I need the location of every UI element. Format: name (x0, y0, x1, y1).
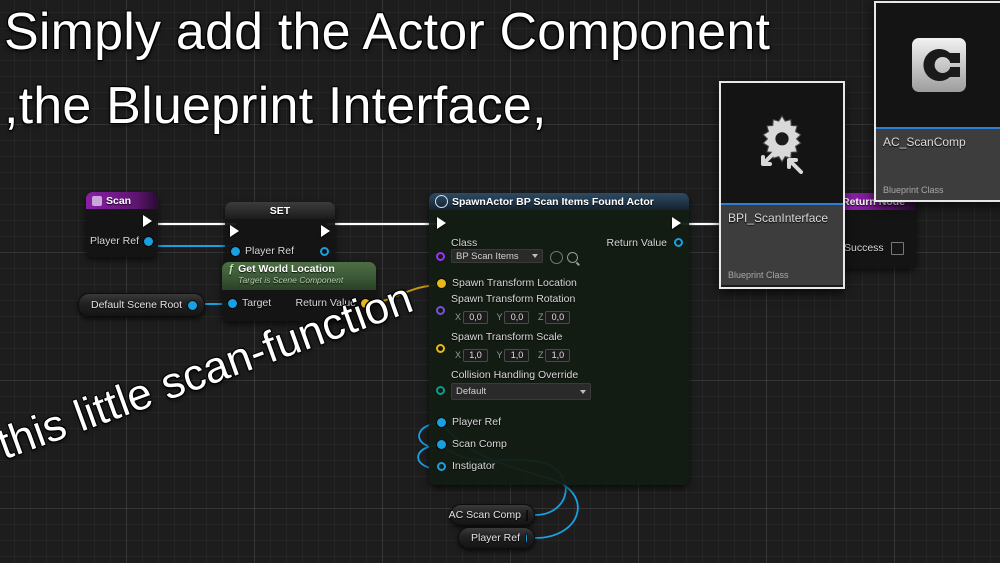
blueprint-interface-icon (761, 115, 803, 174)
return-node[interactable]: Return Node Success (836, 193, 916, 268)
asset-meta: AC_ScanComp Blueprint Class (876, 129, 1000, 200)
success-checkbox[interactable] (890, 241, 904, 255)
pin-label-player-ref: Player Ref (89, 235, 139, 247)
return-node-body: Success (836, 210, 916, 268)
search-icon[interactable] (567, 252, 578, 263)
scale-x-field[interactable]: 1,0 (463, 349, 489, 362)
pin-player-ref-out[interactable] (320, 246, 329, 256)
actor-component-icon (912, 38, 966, 92)
rotation-x-field[interactable]: 0,0 (463, 311, 489, 324)
collision-dropdown[interactable]: Default (451, 383, 591, 400)
pin-out[interactable] (188, 300, 198, 310)
caption-line-1: Simply add the Actor Component (4, 3, 771, 61)
set-node-title: SET (269, 204, 291, 217)
pin-label-player-ref: Player Ref (245, 245, 295, 257)
variable-label: Default Scene Root (91, 299, 183, 311)
collision-label: Collision Handling Override (451, 369, 579, 381)
event-node-body: Player Ref (86, 209, 158, 257)
event-node-icon (92, 195, 102, 206)
pin-label-scan-comp: Scan Comp (452, 438, 507, 450)
pin-label-spawn-transform-scale: Spawn Transform Scale (451, 331, 563, 343)
pin-player-ref[interactable] (437, 417, 446, 427)
pin-player-ref[interactable] (144, 236, 153, 246)
pin-instigator[interactable] (437, 461, 446, 471)
axis-x-label: X (455, 312, 462, 322)
asset-thumbnail (721, 83, 843, 203)
chevron-down-icon (580, 389, 586, 394)
set-node-body: Player Ref (225, 219, 335, 268)
variable-node-ac-scan-comp[interactable]: AC Scan Comp (448, 504, 535, 526)
asset-type: Blueprint Class (883, 185, 944, 195)
axis-y-label: Y (496, 312, 503, 322)
return-value-label: Return Value (606, 237, 667, 249)
pin-scan-comp[interactable] (437, 439, 446, 449)
variable-label: Player Ref (471, 532, 521, 544)
spawn-actor-title: SpawnActor BP Scan Items Found Actor (452, 195, 654, 208)
asset-meta: BPI_ScanInterface Blueprint Class (721, 205, 843, 285)
asset-name: BPI_ScanInterface (728, 211, 829, 225)
pin-label-spawn-transform-location: Spawn Transform Location (452, 277, 577, 289)
exec-output-pin[interactable] (321, 225, 330, 237)
browse-asset-icon[interactable] (550, 251, 563, 264)
pin-label-success: Success (844, 242, 884, 254)
rotation-y-field[interactable]: 0,0 (504, 311, 530, 324)
spawn-actor-node[interactable]: SpawnActor BP Scan Items Found Actor Cla… (429, 193, 689, 485)
scale-y-field[interactable]: 1,0 (504, 349, 530, 362)
function-f-icon: ƒ (228, 263, 235, 275)
set-node-header: SET (225, 202, 335, 219)
axis-y-label: Y (496, 350, 503, 360)
axis-x-label: X (455, 350, 462, 360)
variable-node-player-ref[interactable]: Player Ref (458, 527, 535, 549)
chevron-down-icon[interactable] (554, 484, 564, 485)
rotation-z-field[interactable]: 0,0 (545, 311, 571, 324)
pin-spawn-transform-rotation[interactable] (436, 306, 445, 315)
pin-spawn-transform-location[interactable] (437, 278, 446, 288)
caption-line-2: ,the Blueprint Interface, (4, 77, 547, 135)
event-node-title: Scan (106, 194, 132, 207)
axis-z-label: Z (537, 312, 544, 322)
event-node-scan[interactable]: Scan Player Ref (86, 192, 158, 257)
scale-z-field[interactable]: 1,0 (545, 349, 571, 362)
exec-output-pin[interactable] (143, 215, 152, 227)
get-world-location-title: Get World Location (238, 263, 335, 275)
variable-label: AC Scan Comp (448, 509, 521, 521)
event-node-header: Scan (86, 192, 158, 209)
pin-collision-handling-override[interactable] (436, 386, 445, 395)
pin-return-value[interactable] (674, 238, 683, 247)
pin-out[interactable] (526, 533, 527, 543)
exec-input-pin[interactable] (437, 217, 446, 229)
asset-type: Blueprint Class (728, 270, 789, 280)
variable-node-default-scene-root[interactable]: Default Scene Root (78, 293, 206, 317)
pin-player-ref-in[interactable] (231, 246, 240, 256)
pin-class[interactable] (436, 252, 445, 261)
axis-z-label: Z (537, 350, 544, 360)
get-world-location-header: ƒ Get World Location Target is Scene Com… (222, 262, 376, 290)
exec-output-pin[interactable] (672, 217, 681, 229)
asset-name: AC_ScanComp (883, 135, 966, 149)
pin-label-target: Target (242, 297, 272, 309)
exec-input-pin[interactable] (230, 225, 239, 237)
spawn-actor-header: SpawnActor BP Scan Items Found Actor (429, 193, 689, 210)
asset-tile-ac-scancomp[interactable]: AC_ScanComp Blueprint Class (874, 1, 1000, 202)
spawn-actor-body: Class BP Scan Items Return Value Spawn T… (429, 210, 689, 485)
collision-value: Default (456, 386, 487, 397)
class-dropdown[interactable]: BP Scan Items (451, 249, 543, 263)
class-label: Class (451, 237, 478, 249)
chevron-down-icon (532, 254, 538, 258)
get-world-location-subtitle: Target is Scene Component (238, 275, 344, 285)
set-node[interactable]: SET Player Ref (225, 202, 335, 268)
pin-label-spawn-transform-rotation: Spawn Transform Rotation (451, 293, 576, 305)
spawn-actor-icon (435, 195, 448, 208)
asset-tile-bpi-scaninterface[interactable]: BPI_ScanInterface Blueprint Class (719, 81, 845, 289)
class-value: BP Scan Items (456, 250, 519, 262)
pin-label-instigator: Instigator (452, 460, 496, 472)
asset-thumbnail (876, 3, 1000, 127)
pin-label-player-ref: Player Ref (452, 416, 502, 428)
pin-spawn-transform-scale[interactable] (436, 344, 445, 353)
pin-target[interactable] (228, 298, 237, 308)
